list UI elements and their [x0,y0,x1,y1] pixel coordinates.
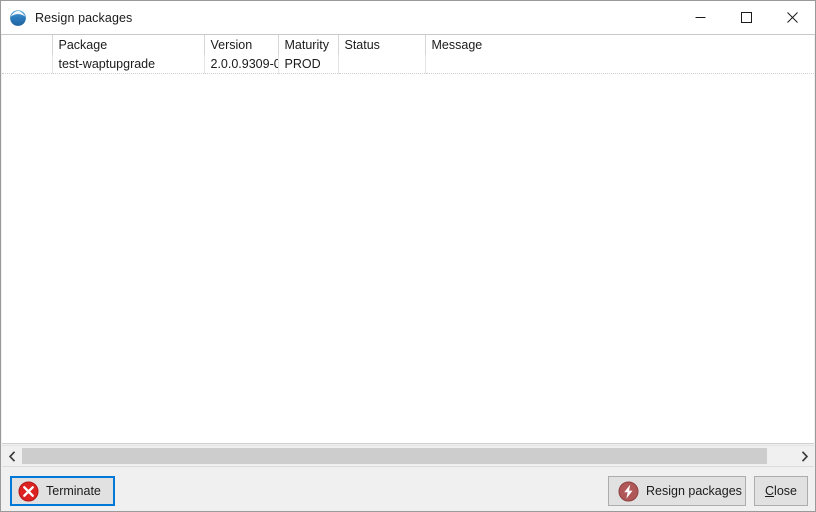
packages-grid[interactable]: Package Version Maturity Status Message … [2,35,814,444]
close-accel-char: C [765,483,775,498]
packages-table: Package Version Maturity Status Message … [2,35,814,74]
lightning-bolt-icon [618,481,639,501]
minimize-button[interactable] [677,1,723,34]
resign-packages-button-label: Resign packages [646,483,742,498]
maximize-button[interactable] [723,1,769,34]
close-dialog-button-label: Close [765,485,797,498]
maximize-icon [740,12,752,23]
table-row[interactable]: test-waptupgrade 2.0.0.9309-0 PROD [2,55,814,74]
close-dialog-button[interactable]: Close [754,476,808,506]
chevron-right-icon[interactable] [794,446,814,466]
cell-message [425,55,814,74]
column-header-package[interactable]: Package [52,35,205,55]
terminate-button-label: Terminate [46,483,101,498]
scrollbar-track[interactable] [22,446,794,466]
close-button[interactable] [769,1,815,34]
window-title: Resign packages [35,10,133,25]
bottom-button-bar: Terminate Resign packages Close [2,466,814,510]
column-header-status[interactable]: Status [338,35,426,55]
error-cancel-icon [18,481,39,501]
column-header-indicator[interactable] [2,35,53,55]
cell-indicator [2,55,53,74]
close-icon [786,12,798,23]
resign-packages-button[interactable]: Resign packages [608,476,746,506]
terminate-button[interactable]: Terminate [10,476,115,506]
cell-maturity: PROD [278,55,339,74]
cell-package: test-waptupgrade [52,55,205,74]
scrollbar-thumb[interactable] [22,448,767,464]
minimize-icon [695,17,705,18]
waptconsole-globe-icon [10,9,26,26]
column-header-message[interactable]: Message [425,35,814,55]
chevron-right-glyph [801,450,808,462]
cell-version: 2.0.0.9309-0 [204,55,279,74]
column-header-maturity[interactable]: Maturity [278,35,339,55]
window-controls [677,1,815,34]
cell-status [338,55,426,74]
chevron-left-icon[interactable] [2,446,22,466]
resign-packages-window: Resign packages Package Version Maturity… [0,0,816,512]
title-bar: Resign packages [1,1,815,35]
close-label-rest: lose [774,483,797,498]
table-header-row: Package Version Maturity Status Message [2,35,814,55]
chevron-left-glyph [8,450,15,462]
horizontal-scrollbar[interactable] [2,445,814,466]
column-header-version[interactable]: Version [204,35,279,55]
